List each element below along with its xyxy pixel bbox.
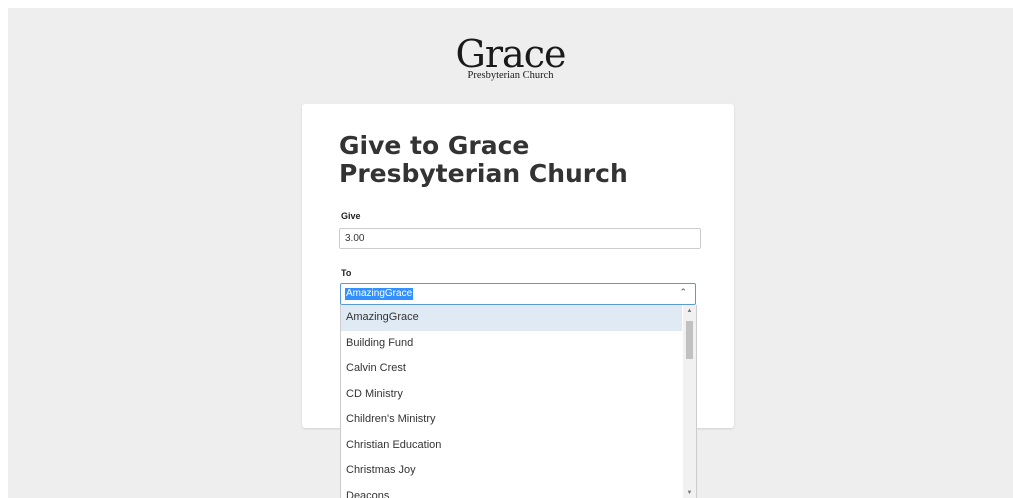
logo-subtitle: Presbyterian Church	[467, 70, 554, 81]
dropdown-scrollbar[interactable]: ▲ ▼	[683, 305, 696, 498]
give-label: Give	[341, 211, 361, 221]
dropdown-option-christmas-joy[interactable]: Christmas Joy	[341, 458, 682, 484]
chevron-up-icon[interactable]: ⌃	[679, 287, 687, 298]
to-label: To	[341, 268, 352, 278]
scrollbar-thumb[interactable]	[686, 321, 693, 359]
give-amount-input[interactable]	[339, 228, 701, 249]
dropdown-option-calvin-crest[interactable]: Calvin Crest	[341, 356, 682, 382]
scroll-down-arrow-icon[interactable]: ▼	[683, 490, 696, 496]
dropdown-option-building-fund[interactable]: Building Fund	[341, 331, 682, 357]
dropdown-option-christian-education[interactable]: Christian Education	[341, 433, 682, 459]
fund-select[interactable]: AmazingGrace ⌃	[340, 283, 696, 305]
scroll-up-arrow-icon[interactable]: ▲	[683, 308, 696, 314]
fund-dropdown-list: AmazingGrace Building Fund Calvin Crest …	[340, 305, 697, 498]
logo-title: Grace	[455, 32, 567, 76]
dropdown-option-deacons[interactable]: Deacons	[341, 484, 682, 498]
page-title: Give to Grace Presbyterian Church	[339, 131, 628, 188]
dropdown-option-amazinggrace[interactable]: AmazingGrace	[341, 305, 682, 331]
dropdown-options: AmazingGrace Building Fund Calvin Crest …	[341, 305, 682, 498]
dropdown-option-cd-ministry[interactable]: CD Ministry	[341, 382, 682, 408]
fund-select-value: AmazingGrace	[345, 288, 414, 300]
dropdown-option-childrens-ministry[interactable]: Children's Ministry	[341, 407, 682, 433]
page-background: Grace Presbyterian Church Give to Grace …	[8, 8, 1013, 498]
church-logo: Grace Presbyterian Church	[8, 32, 1013, 82]
